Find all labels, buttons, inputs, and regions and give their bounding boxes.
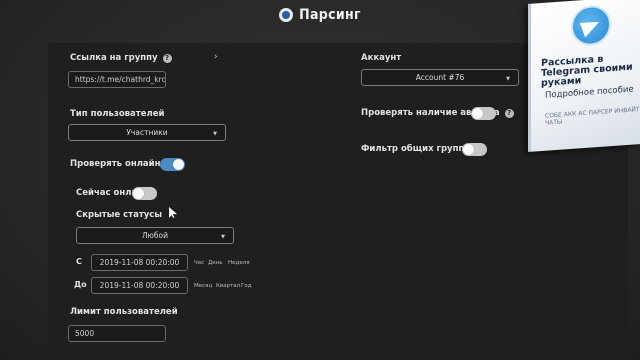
- hidden-statuses-label-text: Скрытые статусы: [76, 210, 163, 220]
- group-link-value: https://t.me/chathrd_krdchat: [75, 75, 166, 84]
- caret-down-icon: ▼: [213, 131, 217, 137]
- help-icon[interactable]: ?: [162, 53, 172, 63]
- promo-book-overlay: Рассылка в Telegram своими руками Подроб…: [528, 0, 640, 152]
- caret-down-icon: ▼: [221, 234, 225, 240]
- quick-hour-link[interactable]: Час: [194, 260, 204, 266]
- book-title: Рассылка в Telegram своими руками: [541, 53, 633, 90]
- check-avatar-toggle[interactable]: [471, 107, 496, 120]
- date-from-input[interactable]: 2019-11-08 00:20:00: [91, 254, 188, 271]
- user-type-label: Тип пользователей: [70, 109, 164, 119]
- account-label: Аккаунт: [361, 53, 401, 63]
- group-link-label: Ссылка на группу ?: [70, 53, 172, 63]
- user-limit-label: Лимит пользователей: [70, 307, 178, 317]
- user-type-label-text: Тип пользователей: [70, 109, 165, 119]
- user-type-select[interactable]: Участники ▼: [68, 124, 226, 141]
- date-to-input[interactable]: 2019-11-08 00:20:00: [91, 277, 188, 294]
- hidden-statuses-selected: Любой: [141, 231, 169, 240]
- group-link-label-text: Ссылка на группу: [70, 53, 158, 63]
- paper-plane-icon: [579, 15, 603, 38]
- book-tagline: СОБЕ АКК АС ПАРСЕР ИНВАЙТ ЧАТЫ: [545, 106, 640, 127]
- date-from-value: 2019-11-08 00:20:00: [99, 258, 180, 267]
- date-from-prefix: С: [76, 257, 82, 266]
- group-link-input[interactable]: https://t.me/chathrd_krdchat: [68, 71, 166, 88]
- app-window: Парсинг Ссылка на группу ? › https://t.m…: [0, 0, 640, 360]
- user-limit-label-text: Лимит пользователей: [70, 307, 178, 317]
- date-to-prefix: До: [74, 280, 87, 289]
- common-groups-label: Фильтр общих групп ?: [361, 144, 479, 154]
- user-limit-input[interactable]: 5000: [68, 325, 166, 342]
- check-online-label-text: Проверять онлайн: [70, 159, 161, 169]
- chevron-right-icon[interactable]: ›: [214, 52, 218, 62]
- check-online-toggle[interactable]: [160, 158, 185, 171]
- quick-month-link[interactable]: Месяц: [194, 283, 212, 289]
- date-to-value: 2019-11-08 00:20:00: [99, 281, 180, 290]
- telegram-logo-icon: [571, 4, 611, 47]
- quick-week-link[interactable]: Неделя: [228, 260, 250, 266]
- quick-quarter-link[interactable]: Квартал: [216, 283, 240, 289]
- quick-day-link[interactable]: День: [208, 260, 223, 266]
- user-type-selected: Участники: [126, 128, 168, 137]
- check-online-label: Проверять онлайн ?: [70, 159, 175, 169]
- app-logo-icon: [279, 8, 294, 22]
- account-label-text: Аккаунт: [361, 53, 402, 63]
- help-icon[interactable]: ?: [504, 108, 514, 118]
- hidden-statuses-select[interactable]: Любой ▼: [76, 227, 234, 244]
- hidden-statuses-label: Скрытые статусы: [76, 210, 162, 220]
- now-online-toggle[interactable]: [132, 187, 157, 200]
- account-select[interactable]: Account #76 ▼: [361, 69, 519, 86]
- common-groups-toggle[interactable]: [462, 143, 487, 156]
- page-title: Парсинг: [299, 7, 361, 23]
- caret-down-icon: ▼: [506, 76, 510, 82]
- user-limit-value: 5000: [75, 329, 95, 338]
- quick-year-link[interactable]: Год: [241, 283, 252, 289]
- account-selected: Account #76: [415, 73, 465, 82]
- common-groups-label-text: Фильтр общих групп: [361, 144, 465, 154]
